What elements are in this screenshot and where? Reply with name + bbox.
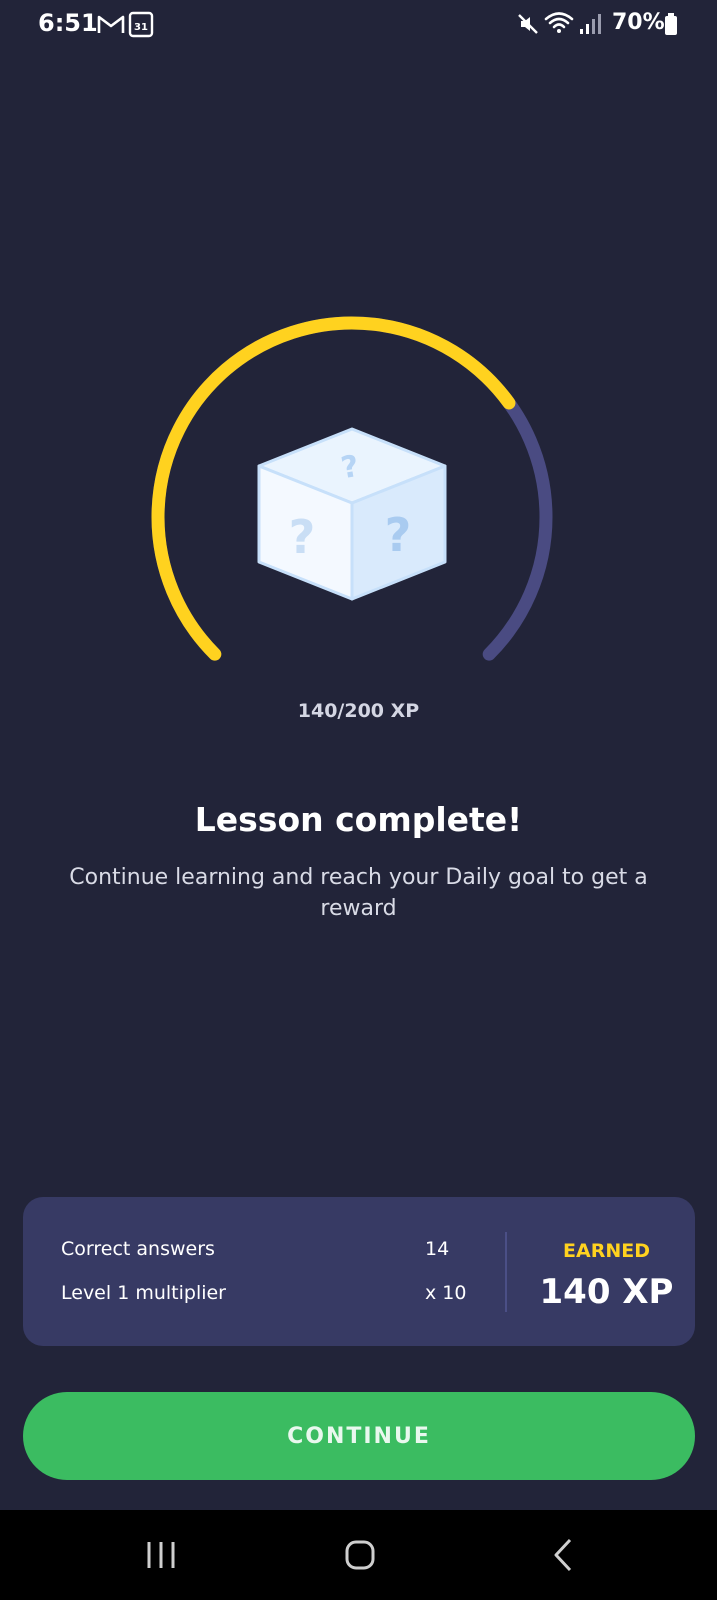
- lesson-subtitle: Continue learning and reach your Daily g…: [69, 865, 648, 921]
- card-divider: [505, 1232, 507, 1312]
- mute-icon: [516, 12, 540, 40]
- battery-level: 70%: [612, 10, 665, 35]
- gmail-icon: [96, 12, 126, 40]
- system-nav-bar: [0, 1510, 717, 1600]
- correct-answers-value: 14: [425, 1238, 450, 1260]
- svg-text:?: ?: [289, 510, 316, 564]
- xp-progress-ring: ? ? ?: [151, 316, 553, 661]
- earned-label: EARNED: [563, 1240, 650, 1262]
- multiplier-value: x 10: [425, 1282, 467, 1304]
- back-button[interactable]: [503, 1510, 623, 1600]
- earned-value: 140 XP: [539, 1272, 674, 1312]
- multiplier-label: Level 1 multiplier: [61, 1282, 226, 1304]
- calendar-day: 31: [134, 22, 148, 33]
- home-button[interactable]: [300, 1510, 420, 1600]
- status-time: 6:51: [38, 9, 98, 37]
- signal-icon: [578, 12, 604, 40]
- status-bar: 6:51 31 70%: [0, 0, 717, 50]
- svg-text:?: ?: [385, 508, 412, 562]
- continue-button[interactable]: CONTINUE: [23, 1392, 695, 1480]
- calendar-icon: 31: [128, 10, 154, 42]
- wifi-icon: [544, 10, 574, 38]
- correct-answers-label: Correct answers: [61, 1238, 215, 1260]
- back-icon: [554, 1538, 572, 1572]
- home-icon: [345, 1540, 375, 1570]
- recent-apps-button[interactable]: [101, 1510, 221, 1600]
- xp-summary-card: Correct answers 14 Level 1 multiplier x …: [23, 1197, 695, 1346]
- lesson-title: Lesson complete!: [194, 800, 523, 839]
- mystery-box-icon: ? ? ?: [257, 427, 447, 601]
- battery-icon: [664, 12, 678, 40]
- xp-progress-label: 140/200 XP: [297, 700, 420, 722]
- recent-apps-icon: [147, 1542, 175, 1568]
